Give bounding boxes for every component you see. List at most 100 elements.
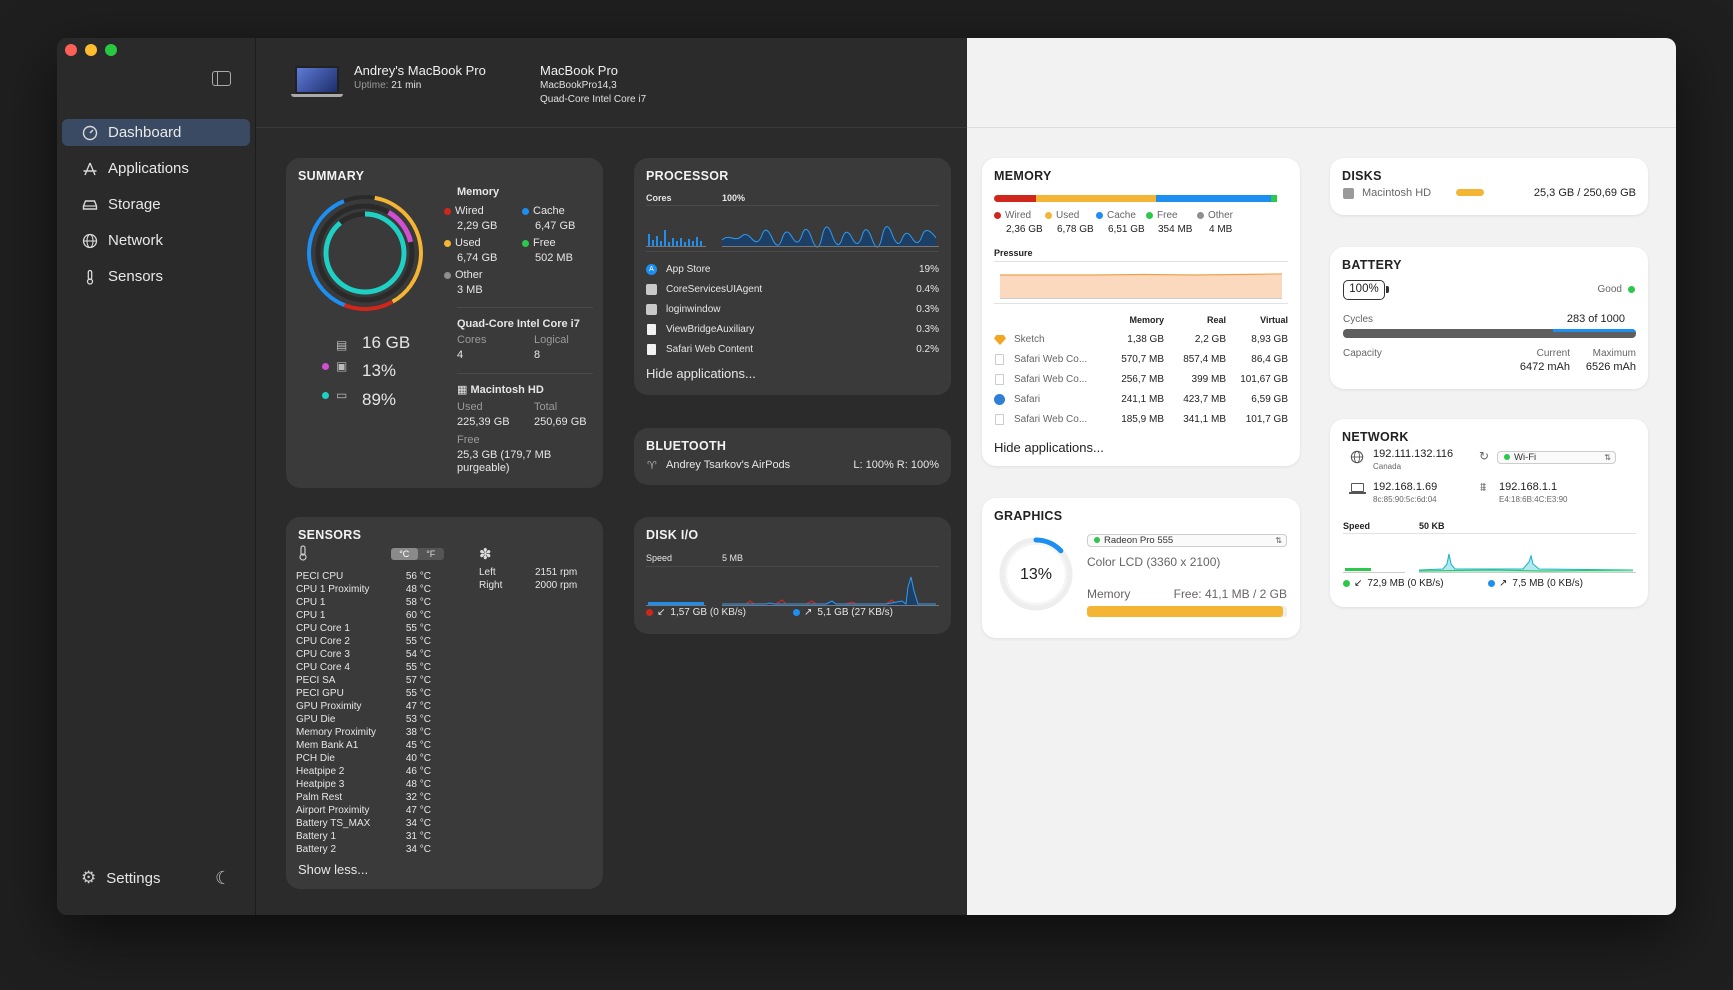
legend-label: Wired (994, 210, 1031, 221)
process-name[interactable]: Safari Web Co... (1014, 374, 1094, 385)
pressure-chart (1000, 273, 1283, 299)
unit-fahrenheit[interactable]: °F (418, 548, 445, 560)
sidebar-toggle-icon[interactable] (212, 71, 231, 86)
legend-dot (994, 211, 1001, 219)
gear-icon: ⚙ (81, 868, 97, 887)
updown-chevron-icon: ⇅ (1275, 536, 1282, 545)
refresh-icon[interactable]: ↻ (1479, 449, 1489, 463)
bluetooth-battery: L: 100% R: 100% (853, 459, 939, 471)
process-virtual: 8,93 GB (1251, 334, 1288, 345)
sensor-value: 55 °C (405, 688, 431, 699)
sidebar-item-network[interactable]: Network (62, 227, 250, 254)
process-real: 2,2 GB (1194, 334, 1226, 345)
used-label: Used (444, 237, 481, 249)
sensor-value: 46 °C (405, 766, 431, 777)
column-memory[interactable]: Memory (1094, 315, 1164, 325)
gpu-select[interactable]: Radeon Pro 555 ⇅ (1087, 534, 1287, 547)
sensor-name: GPU Proximity (296, 701, 362, 712)
column-real[interactable]: Real (1174, 315, 1226, 325)
settings-button[interactable]: ⚙ Settings (81, 868, 160, 888)
show-less-link[interactable]: Show less... (298, 862, 368, 877)
disk-usage: 25,3 GB / 250,69 GB (1533, 187, 1636, 199)
laptop-icon (1351, 483, 1364, 492)
used-value: 6,74 GB (457, 252, 498, 264)
scale-label: 5 MB (722, 553, 744, 563)
summary-title: SUMMARY (298, 169, 365, 183)
header-light (967, 38, 1676, 128)
moon-icon[interactable]: ☾ (215, 868, 231, 889)
sidebar-item-applications[interactable]: Applications (62, 155, 250, 182)
sensor-name: Battery 1 (296, 831, 337, 842)
legend-value: 2,36 GB (1006, 224, 1043, 235)
battery-tip (1386, 286, 1389, 293)
local-ip[interactable]: 192.168.1.69 (1373, 481, 1437, 493)
process-value: 0.4% (916, 284, 939, 295)
process-name[interactable]: CoreServicesUIAgent (666, 284, 762, 295)
sidebar-item-label: Network (108, 232, 164, 249)
disks-card: DISKS Macintosh HD 25,3 GB / 250,69 GB (1330, 158, 1648, 215)
disk-total-value: 250,69 GB (534, 416, 587, 428)
sensor-value: 57 °C (405, 675, 431, 686)
sensor-value: 31 °C (405, 831, 431, 842)
sensor-name: Heatpipe 2 (296, 766, 345, 777)
column-virtual[interactable]: Virtual (1232, 315, 1288, 325)
disk-write: ↗ 5,1 GB (27 KB/s) (793, 607, 893, 618)
process-virtual: 86,4 GB (1251, 354, 1288, 365)
document-icon (647, 324, 656, 335)
disk-dot (322, 392, 329, 399)
close-window-button[interactable] (65, 44, 77, 56)
process-name[interactable]: App Store (666, 264, 710, 275)
router-ip[interactable]: 192.168.1.1 (1499, 481, 1557, 493)
sidebar-item-dashboard[interactable]: Dashboard (62, 119, 250, 146)
disk-name[interactable]: Macintosh HD (1362, 187, 1431, 199)
hide-applications-link[interactable]: Hide applications... (646, 366, 756, 381)
logical-value: 8 (534, 349, 541, 361)
disk-free-label: Free (457, 434, 480, 446)
local-mac: 8c:85:90:5c:6d:04 (1373, 495, 1437, 504)
zoom-window-button[interactable] (105, 44, 117, 56)
sensor-name: Battery 2 (296, 844, 337, 855)
health-dot (1628, 286, 1635, 293)
airpods-icon: ♈ (647, 460, 657, 472)
unit-celsius[interactable]: °C (391, 548, 418, 560)
public-ip[interactable]: 192.111.132.116 (1373, 448, 1453, 460)
process-name[interactable]: Safari Web Content (666, 344, 753, 355)
thermometer-icon (81, 268, 98, 285)
sidebar-item-label: Storage (108, 196, 161, 213)
process-name[interactable]: Sketch (1014, 334, 1094, 345)
interface-select[interactable]: Wi-Fi ⇅ (1497, 451, 1616, 464)
hide-applications-link[interactable]: Hide applications... (994, 440, 1104, 455)
upload-total: ↗ 7,5 MB (0 KB/s) (1488, 578, 1583, 589)
memory-title: Memory (457, 186, 500, 198)
process-name[interactable]: Safari Web Co... (1014, 354, 1094, 365)
bluetooth-device[interactable]: Andrey Tsarkov's AirPods (666, 459, 790, 471)
sensor-value: 56 °C (405, 571, 431, 582)
cpu-chip-icon: ▣ (336, 359, 348, 373)
sensor-value: 55 °C (405, 623, 431, 634)
processor-card: PROCESSOR Cores 100% A App Store 19% Cor… (634, 158, 951, 395)
arrow-down-left-icon: ↙ (1354, 578, 1363, 589)
gpu-memory-free: Free: 41,1 MB / 2 GB (1173, 587, 1287, 601)
process-name[interactable]: ViewBridgeAuxiliary (666, 324, 754, 335)
uptime: Uptime: 21 min (354, 80, 421, 91)
sensor-name: GPU Die (296, 714, 336, 725)
process-real: 857,4 MB (1183, 354, 1226, 365)
process-name[interactable]: loginwindow (666, 304, 720, 315)
free-label: Free (522, 237, 556, 249)
drive-icon (81, 196, 98, 213)
process-memory: 1,38 GB (1127, 334, 1164, 345)
minimize-window-button[interactable] (85, 44, 97, 56)
process-name[interactable]: Safari (1014, 394, 1094, 405)
disk-io-title: DISK I/O (646, 528, 699, 542)
memory-ring (307, 195, 423, 311)
sensor-value: 55 °C (405, 662, 431, 673)
sketch-icon (994, 335, 1006, 345)
wired-value: 2,29 GB (457, 220, 498, 232)
settings-label: Settings (106, 869, 161, 887)
unit-toggle[interactable]: °C °F (391, 548, 444, 560)
pressure-label: Pressure (994, 248, 1033, 258)
speed-label: Speed (1343, 521, 1371, 531)
process-name[interactable]: Safari Web Co... (1014, 414, 1094, 425)
sidebar-item-sensors[interactable]: Sensors (62, 263, 250, 290)
sidebar-item-storage[interactable]: Storage (62, 191, 250, 218)
